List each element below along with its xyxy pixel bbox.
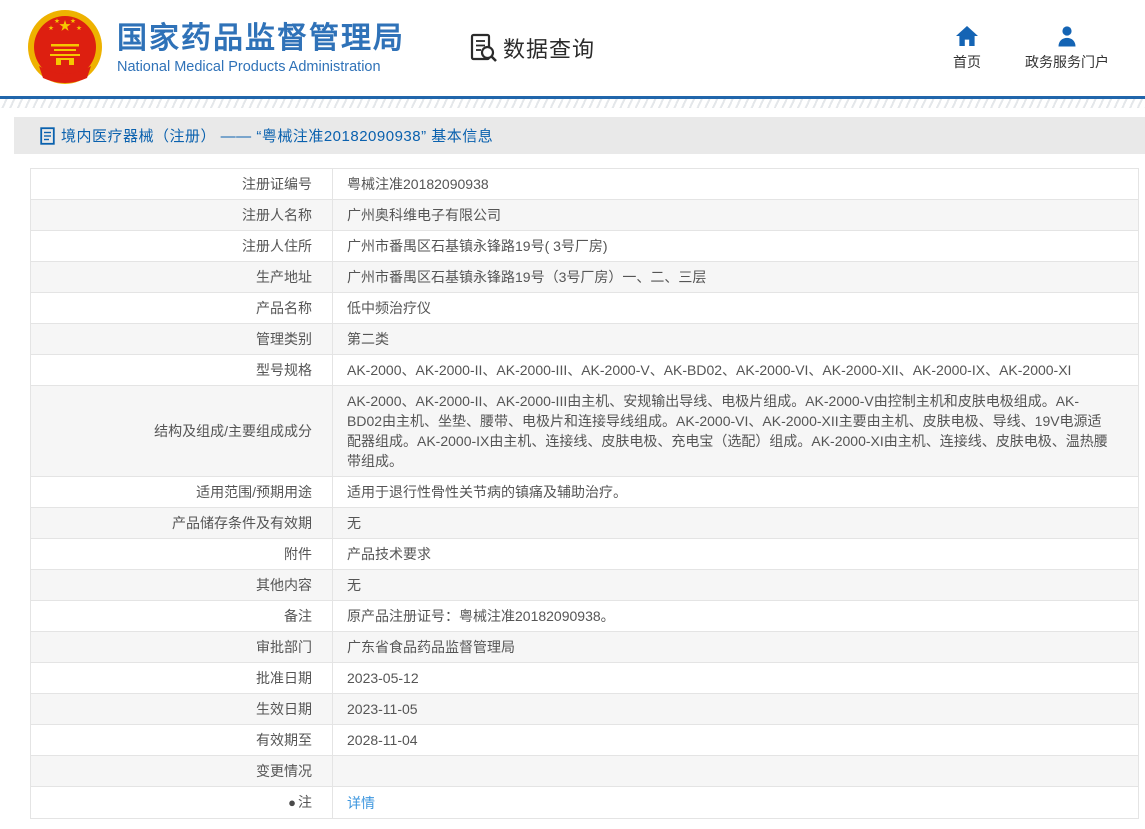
data-query-label: 数据查询 (503, 37, 596, 62)
table-row: 备注 原产品注册证号：粤械注准20182090938。 (30, 600, 1139, 632)
row-label: 其他内容 (30, 569, 333, 601)
page-title-bar: 境内医疗器械（注册） —— “粤械注准20182090938” 基本信息 (14, 117, 1145, 154)
row-value: 广东省食品药品监督管理局 (332, 631, 1139, 663)
row-value: 广州市番禺区石基镇永锋路19号（3号厂房）一、二、三层 (332, 261, 1139, 293)
row-label: 附件 (30, 538, 333, 570)
table-row: 附件 产品技术要求 (30, 538, 1139, 570)
header-right-nav: 首页 政务服务门户 (953, 25, 1123, 72)
row-label: 适用范围/预期用途 (30, 476, 333, 508)
row-label: 生产地址 (30, 261, 333, 293)
nav-portal-label: 政务服务门户 (1025, 53, 1109, 70)
row-label: 批准日期 (30, 662, 333, 694)
table-row: 型号规格 AK-2000、AK-2000-II、AK-2000-III、AK-20… (30, 354, 1139, 386)
table-row: 注册证编号 粤械注准20182090938 (30, 168, 1139, 200)
row-label: 注册人名称 (30, 199, 333, 231)
home-icon (956, 25, 978, 46)
nav-home[interactable]: 首页 (953, 25, 981, 72)
table-row: 注册人住所 广州市番禺区石基镇永锋路19号( 3号厂房) (30, 230, 1139, 262)
document-icon (40, 126, 55, 145)
row-label: 结构及组成/主要组成成分 (30, 385, 333, 477)
row-label: 生效日期 (30, 693, 333, 725)
row-label: 变更情况 (30, 755, 333, 787)
row-label: 型号规格 (30, 354, 333, 386)
data-query-nav[interactable]: 数据查询 (467, 32, 595, 64)
detail-link[interactable]: 详情 (347, 795, 375, 811)
row-value: AK-2000、AK-2000-II、AK-2000-III、AK-2000-V… (332, 354, 1139, 386)
org-name-cn: 国家药品监督管理局 (117, 22, 405, 55)
row-label: 注册人住所 (30, 230, 333, 262)
hatch-stripe-band (0, 99, 1145, 108)
row-value: 2023-05-12 (332, 662, 1139, 694)
row-label: 审批部门 (30, 631, 333, 663)
logo-group: 国家药品监督管理局 National Medical Products Admi… (25, 8, 405, 88)
row-value: 产品技术要求 (332, 538, 1139, 570)
table-row: 生效日期 2023-11-05 (30, 693, 1139, 725)
main-content: 境内医疗器械（注册） —— “粤械注准20182090938” 基本信息 注册证… (0, 117, 1145, 819)
row-value: 第二类 (332, 323, 1139, 355)
table-row: 适用范围/预期用途 适用于退行性骨性关节病的镇痛及辅助治疗。 (30, 476, 1139, 508)
table-row: 管理类别 第二类 (30, 323, 1139, 355)
table-row: 有效期至 2028-11-04 (30, 724, 1139, 756)
org-names: 国家药品监督管理局 National Medical Products Admi… (117, 21, 405, 75)
row-value: 无 (332, 507, 1139, 539)
org-name-en: National Medical Products Administration (117, 59, 381, 75)
table-row: 变更情况 (30, 755, 1139, 787)
row-label: 产品名称 (30, 292, 333, 324)
row-value: 低中频治疗仪 (332, 292, 1139, 324)
row-value: 粤械注准20182090938 (332, 168, 1139, 200)
row-label: 备注 (30, 600, 333, 632)
row-value: 2028-11-04 (332, 724, 1139, 756)
row-value: 原产品注册证号：粤械注准20182090938。 (332, 600, 1139, 632)
nav-home-label: 首页 (953, 53, 981, 70)
table-row: 注册人名称 广州奥科维电子有限公司 (30, 199, 1139, 231)
table-row: 产品名称 低中频治疗仪 (30, 292, 1139, 324)
info-table: 注册证编号 粤械注准20182090938 注册人名称 广州奥科维电子有限公司 注册人住… (30, 168, 1139, 819)
document-search-icon (470, 33, 497, 62)
note-balloon-icon: ● (288, 795, 296, 810)
row-value: AK-2000、AK-2000-II、AK-2000-III由主机、安规输出导线… (332, 385, 1139, 477)
user-icon (1058, 25, 1076, 46)
row-value: 2023-11-05 (332, 693, 1139, 725)
table-row: ● 注详情 (30, 786, 1139, 819)
table-row: 生产地址 广州市番禺区石基镇永锋路19号（3号厂房）一、二、三层 (30, 261, 1139, 293)
page-title: 境内医疗器械（注册） —— “粤械注准20182090938” 基本信息 (61, 128, 494, 145)
row-value: 广州市番禺区石基镇永锋路19号( 3号厂房) (332, 230, 1139, 262)
row-value (332, 755, 1139, 787)
info-table-body: 注册证编号 粤械注准20182090938 注册人名称 广州奥科维电子有限公司 注册人住… (30, 168, 1139, 819)
row-label: 注册证编号 (30, 168, 333, 200)
national-emblem-logo (28, 10, 102, 84)
row-label: 产品储存条件及有效期 (30, 507, 333, 539)
row-value: 详情 (332, 786, 1139, 819)
row-value: 无 (332, 569, 1139, 601)
row-label: ● 注 (30, 786, 333, 819)
table-row: 产品储存条件及有效期无 (30, 507, 1139, 539)
table-row: 其他内容无 (30, 569, 1139, 601)
row-value: 适用于退行性骨性关节病的镇痛及辅助治疗。 (332, 476, 1139, 508)
table-row: 审批部门 广东省食品药品监督管理局 (30, 631, 1139, 663)
row-label: 管理类别 (30, 323, 333, 355)
nav-portal[interactable]: 政务服务门户 (1025, 25, 1109, 72)
table-row: 结构及组成/主要组成成分 AK-2000、AK-2000-II、AK-2000-I… (30, 385, 1139, 477)
site-header: 国家药品监督管理局 National Medical Products Admi… (0, 0, 1145, 96)
table-row: 批准日期 2023-05-12 (30, 662, 1139, 694)
row-value: 广州奥科维电子有限公司 (332, 199, 1139, 231)
row-label: 有效期至 (30, 724, 333, 756)
